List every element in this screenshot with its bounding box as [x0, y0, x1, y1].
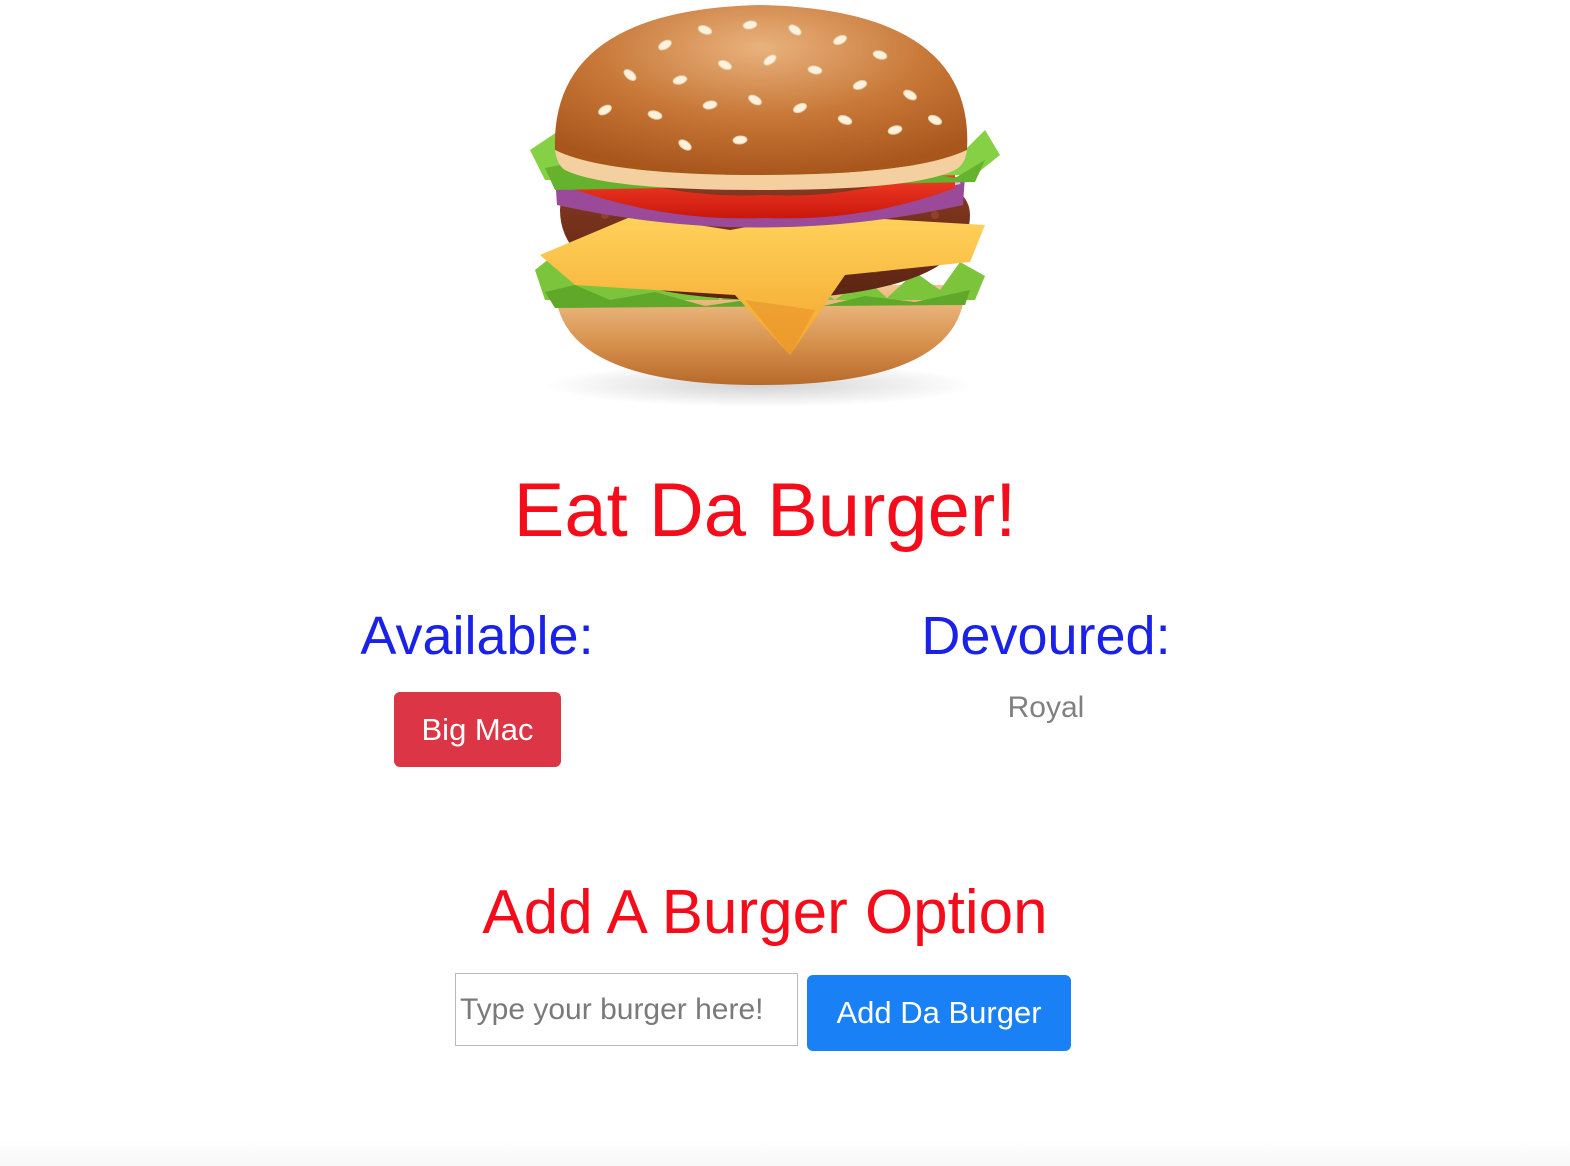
burger-name-input[interactable]: [455, 973, 798, 1046]
page-title: Eat Da Burger!: [513, 468, 1017, 553]
devour-burger-button[interactable]: Big Mac: [394, 692, 561, 767]
burger-page: Eat Da Burger! Available: Devoured: Big …: [0, 0, 1570, 1166]
devoured-burger-item: Royal: [1007, 691, 1085, 724]
page-bottom-edge: [0, 1138, 1570, 1166]
burger-image: [515, 0, 1010, 410]
available-heading: Available:: [360, 606, 594, 666]
add-burger-button[interactable]: Add Da Burger: [807, 975, 1071, 1051]
add-burger-heading: Add A Burger Option: [482, 878, 1048, 947]
devoured-heading: Devoured:: [921, 606, 1171, 666]
